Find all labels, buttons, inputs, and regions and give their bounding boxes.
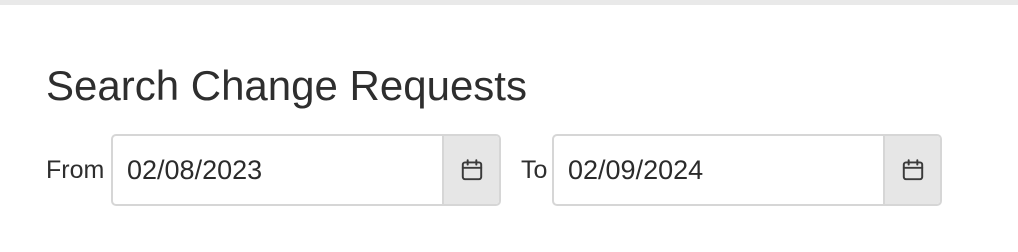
from-calendar-button[interactable] bbox=[442, 136, 499, 204]
calendar-icon bbox=[461, 159, 482, 181]
calendar-icon bbox=[902, 159, 923, 181]
page-title: Search Change Requests bbox=[46, 62, 527, 109]
from-label: From bbox=[46, 156, 105, 184]
to-date-input[interactable]: 02/09/2024 bbox=[554, 136, 883, 204]
to-date-picker: 02/09/2024 bbox=[552, 134, 942, 206]
top-divider bbox=[0, 0, 1018, 5]
from-date-input[interactable]: 02/08/2023 bbox=[113, 136, 442, 204]
to-label: To bbox=[521, 156, 548, 184]
from-date-picker: 02/08/2023 bbox=[111, 134, 501, 206]
to-calendar-button[interactable] bbox=[883, 136, 940, 204]
